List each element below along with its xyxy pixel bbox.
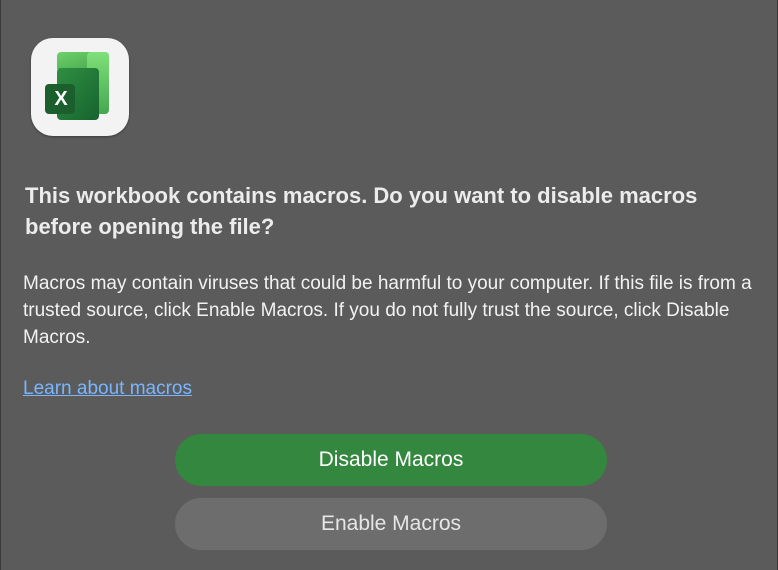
- dialog-title: This workbook contains macros. Do you wa…: [25, 183, 698, 239]
- macro-warning-dialog: X This workbook contains macros. Do you …: [0, 0, 778, 570]
- disable-macros-button[interactable]: Disable Macros: [175, 434, 607, 486]
- excel-letter-icon: X: [54, 88, 68, 110]
- enable-macros-button[interactable]: Enable Macros: [175, 498, 607, 550]
- dialog-message: Macros may contain viruses that could be…: [23, 273, 752, 348]
- excel-logo-graphic: [45, 52, 109, 120]
- excel-app-icon: X: [31, 38, 129, 136]
- learn-about-macros-link[interactable]: Learn about macros: [23, 377, 192, 401]
